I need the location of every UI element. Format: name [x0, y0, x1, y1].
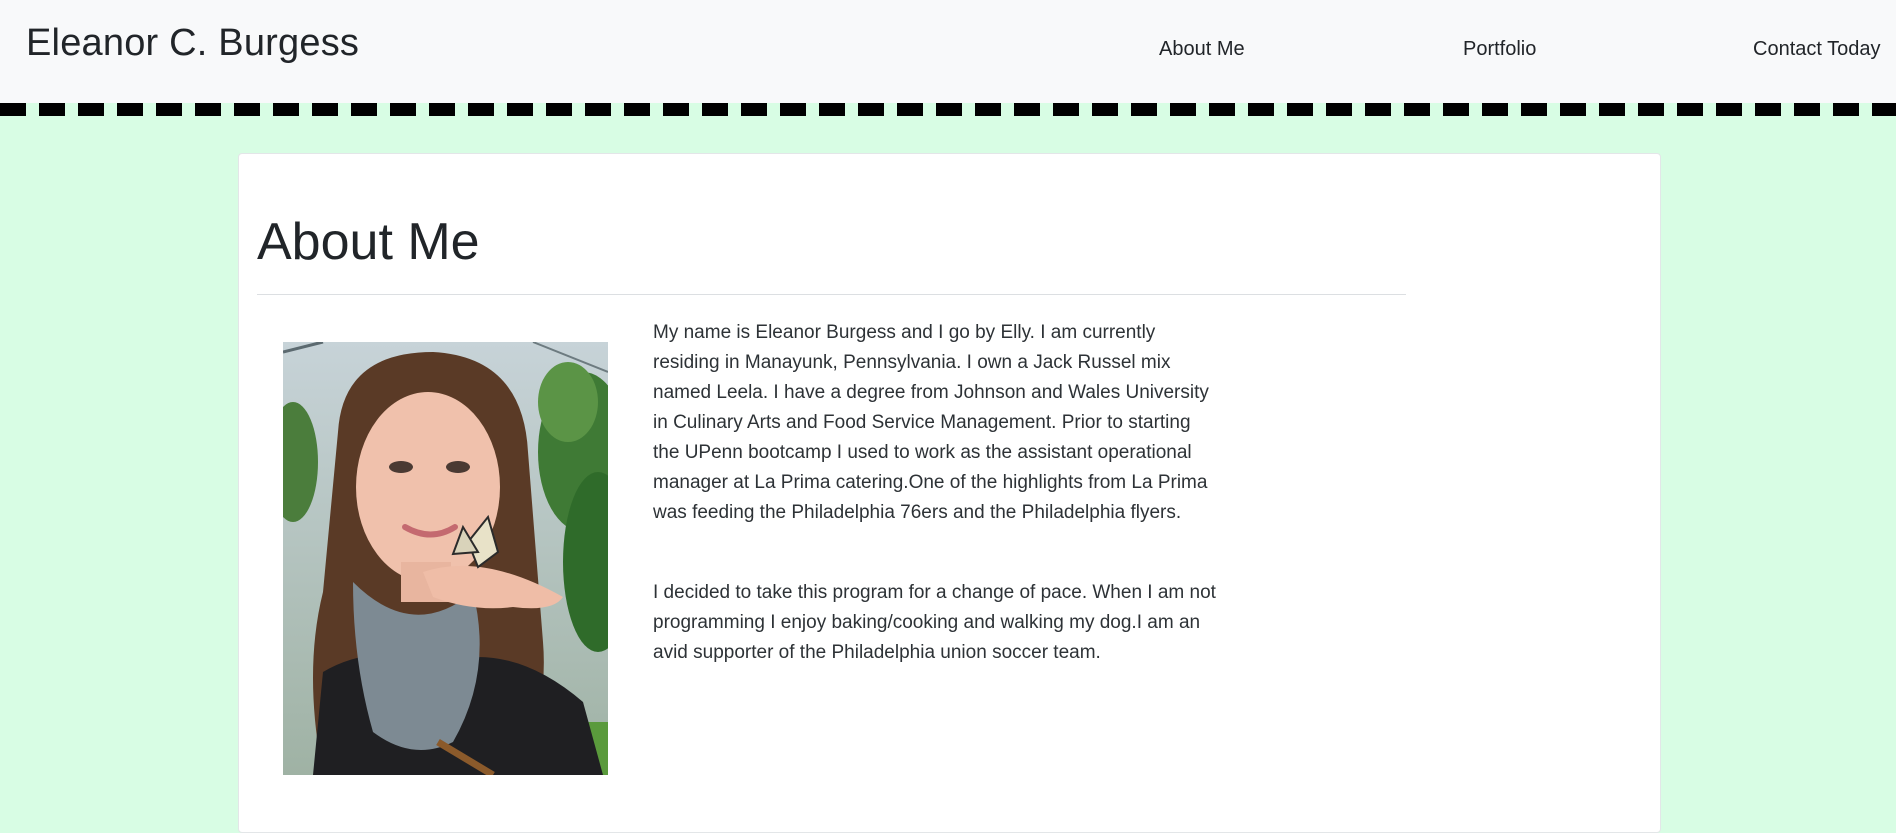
title-divider: [257, 294, 1406, 295]
profile-photo: [283, 342, 608, 775]
nav-link-portfolio[interactable]: Portfolio: [1463, 38, 1536, 61]
profile-photo-illustration: [283, 342, 608, 775]
section-title: About Me: [257, 213, 480, 271]
nav-link-contact-today[interactable]: Contact Today: [1753, 38, 1881, 61]
bio-paragraph-2: I decided to take this program for a cha…: [653, 582, 1216, 663]
brand-link[interactable]: Eleanor C. Burgess: [26, 22, 359, 65]
top-navbar: Eleanor C. Burgess About Me Portfolio Co…: [0, 0, 1896, 103]
nav-link-about-me[interactable]: About Me: [1159, 38, 1245, 61]
about-card: About Me My name is Eleanor Burgess and …: [238, 153, 1661, 833]
bio-text: My name is Eleanor Burgess and I go by E…: [653, 318, 1218, 718]
dashed-divider: [0, 103, 1896, 116]
bio-paragraph-1: My name is Eleanor Burgess and I go by E…: [653, 322, 1209, 523]
